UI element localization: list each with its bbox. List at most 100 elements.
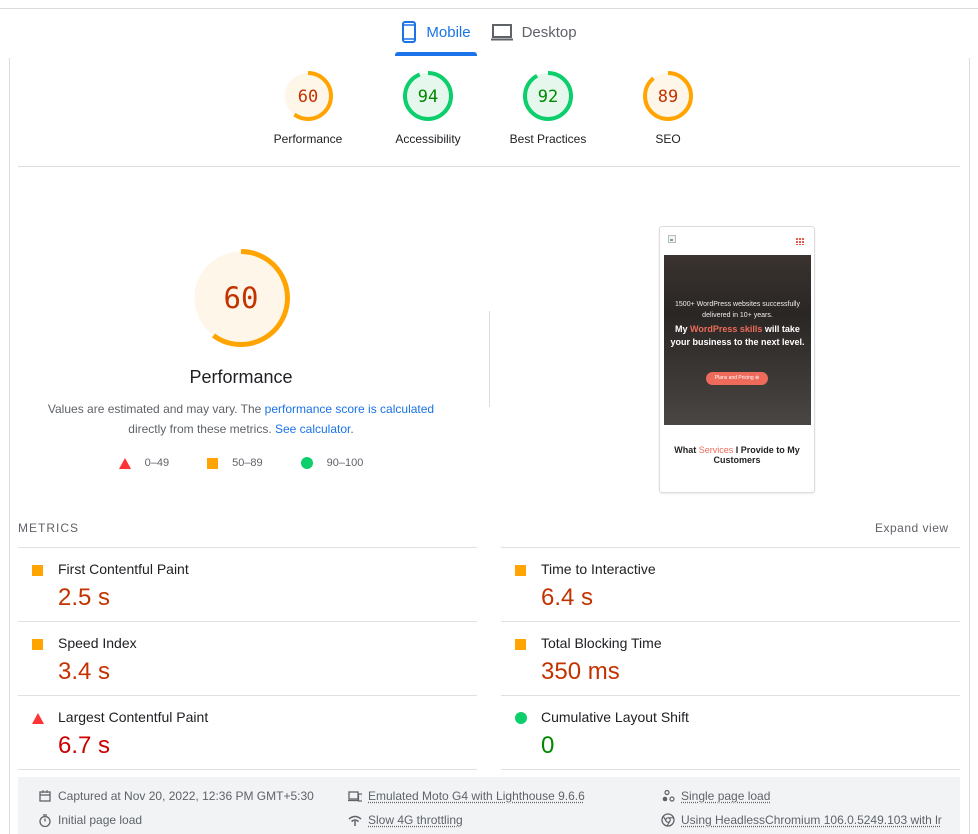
screenshot-tagline: 1500+ WordPress websites successfully de… — [675, 301, 800, 319]
browser-link[interactable]: Using HeadlessChromium 106.0.5249.103 wi… — [681, 813, 942, 827]
screenshot-subheading: What Services I Provide to My Customers — [660, 445, 814, 465]
triangle-icon — [118, 457, 131, 469]
desc-text: Values are estimated and may vary. The — [47, 402, 265, 416]
performance-summary: 60 Performance Values are estimated and … — [30, 248, 452, 469]
gauge-score: 94 — [418, 87, 438, 107]
metric-label: Cumulative Layout Shift — [541, 709, 689, 725]
sub-highlight: Services — [698, 445, 734, 455]
gauge-score: 92 — [538, 87, 558, 107]
gauge-score: 60 — [298, 87, 318, 107]
panel-border-right — [969, 58, 970, 834]
metric-value: 3.4 s — [58, 658, 111, 685]
browser-info[interactable]: Using HeadlessChromium 106.0.5249.103 wi… — [661, 813, 942, 827]
gauge-label: Accessibility — [395, 132, 461, 146]
metrics-column-right: Time to Interactive 6.4 s Total Blocking… — [501, 547, 960, 770]
screenshot-headline: My WordPress skills will take your busin… — [670, 323, 805, 349]
initial-load: Initial page load — [38, 813, 142, 827]
legend-range: 50–89 — [232, 457, 263, 469]
runtime-settings: Captured at Nov 20, 2022, 12:36 PM GMT+5… — [18, 777, 960, 834]
performance-gauge: 60 — [192, 249, 290, 347]
gauge-seo[interactable]: 89 SEO — [608, 70, 728, 146]
gauge-ring: 92 — [523, 71, 573, 121]
single-page-load[interactable]: Single page load — [661, 789, 770, 803]
square-icon — [32, 563, 43, 581]
gauge-performance[interactable]: 60 Performance — [248, 70, 368, 146]
legend-range: 0–49 — [144, 457, 170, 469]
nodes-icon — [661, 790, 675, 802]
tab-mobile-label: Mobile — [426, 23, 471, 41]
broken-image-icon — [668, 235, 676, 243]
circle-icon — [515, 711, 527, 729]
performance-description: Values are estimated and may vary. The p… — [30, 399, 452, 439]
metrics-heading: METRICS — [18, 521, 79, 535]
square-icon — [515, 637, 526, 655]
metric-label: Speed Index — [58, 635, 137, 651]
metric-time-to-interactive: Time to Interactive 6.4 s — [501, 547, 960, 621]
metrics-column-left: First Contentful Paint 2.5 s Speed Index… — [18, 547, 477, 770]
square-icon — [32, 637, 43, 655]
screenshot-hero: 1500+ WordPress websites successfully de… — [664, 255, 811, 425]
gauge-label: Performance — [273, 132, 343, 146]
metric-first-contentful-paint: First Contentful Paint 2.5 s — [18, 547, 477, 621]
metric-total-blocking-time: Total Blocking Time 350 ms — [501, 621, 960, 695]
laptop-icon — [490, 23, 513, 41]
square-icon — [207, 457, 219, 469]
gauge-ring: 89 — [643, 71, 693, 121]
throttling-link[interactable]: Slow 4G throttling — [368, 813, 463, 827]
emulated-link[interactable]: Emulated Moto G4 with Lighthouse 9.6.6 — [368, 789, 585, 803]
initial-load-text: Initial page load — [58, 813, 143, 827]
metric-value: 350 ms — [541, 658, 620, 685]
network-throttling[interactable]: Slow 4G throttling — [348, 813, 463, 827]
single-load-link[interactable]: Single page load — [681, 789, 770, 803]
tab-desktop[interactable]: Desktop — [481, 9, 587, 55]
device-tabs: Mobile Desktop — [0, 9, 978, 57]
gauge-ring: 60 — [283, 71, 333, 121]
smartphone-icon — [401, 21, 417, 43]
chrome-icon — [661, 813, 675, 827]
legend-fail: 0–49 — [118, 457, 170, 469]
gauge-accessibility[interactable]: 94 Accessibility — [368, 70, 488, 146]
gauge-label: Best Practices — [509, 132, 587, 146]
headline-text: My — [675, 324, 691, 334]
metric-label: Total Blocking Time — [541, 635, 662, 651]
expand-view-toggle[interactable]: Expand view — [875, 521, 949, 535]
category-gauges: 60 Performance 94 Accessibility 92 Best … — [248, 70, 728, 146]
metric-largest-contentful-paint: Largest Contentful Paint 6.7 s — [18, 695, 477, 770]
legend-pass: 90–100 — [300, 457, 364, 469]
gauge-label: SEO — [655, 132, 681, 146]
metric-label: Time to Interactive — [541, 561, 656, 577]
calendar-icon — [38, 790, 52, 802]
desc-text: directly from these metrics. — [128, 422, 275, 436]
triangle-icon — [32, 711, 44, 729]
tab-mobile[interactable]: Mobile — [391, 9, 480, 56]
gauge-score: 60 — [224, 281, 259, 315]
performance-title: Performance — [189, 367, 293, 387]
page-screenshot-thumbnail[interactable]: 1500+ WordPress websites successfully de… — [659, 226, 815, 493]
captured-at: Captured at Nov 20, 2022, 12:36 PM GMT+5… — [38, 789, 314, 803]
emulated-device[interactable]: Emulated Moto G4 with Lighthouse 9.6.6 — [348, 789, 585, 803]
screenshot-cta-button: Plans and Pricing ⊕ — [706, 372, 768, 385]
legend-range: 90–100 — [326, 457, 364, 469]
gauge-best-practices[interactable]: 92 Best Practices — [488, 70, 608, 146]
metric-value: 6.7 s — [58, 732, 111, 759]
headline-highlight: WordPress skills — [690, 324, 763, 334]
metric-cumulative-layout-shift: Cumulative Layout Shift 0 — [501, 695, 960, 770]
gauge-ring: 94 — [403, 71, 453, 121]
vertical-divider — [489, 311, 490, 407]
score-legend: 0–49 50–89 90–100 — [30, 457, 452, 469]
metric-speed-index: Speed Index 3.4 s — [18, 621, 477, 695]
metric-value: 6.4 s — [541, 584, 594, 611]
metric-value: 0 — [541, 732, 555, 759]
score-calculated-link[interactable]: performance score is calculated — [265, 402, 434, 416]
square-icon — [515, 563, 526, 581]
devices-icon — [348, 790, 362, 802]
see-calculator-link[interactable]: See calculator — [275, 422, 350, 436]
desc-text: . — [350, 422, 354, 436]
tab-desktop-label: Desktop — [521, 23, 577, 41]
timer-icon — [38, 813, 52, 827]
metric-value: 2.5 s — [58, 584, 111, 611]
metric-label: First Contentful Paint — [58, 561, 189, 577]
circle-icon — [300, 457, 313, 469]
sub-text: What — [674, 445, 699, 455]
metric-label: Largest Contentful Paint — [58, 709, 209, 725]
